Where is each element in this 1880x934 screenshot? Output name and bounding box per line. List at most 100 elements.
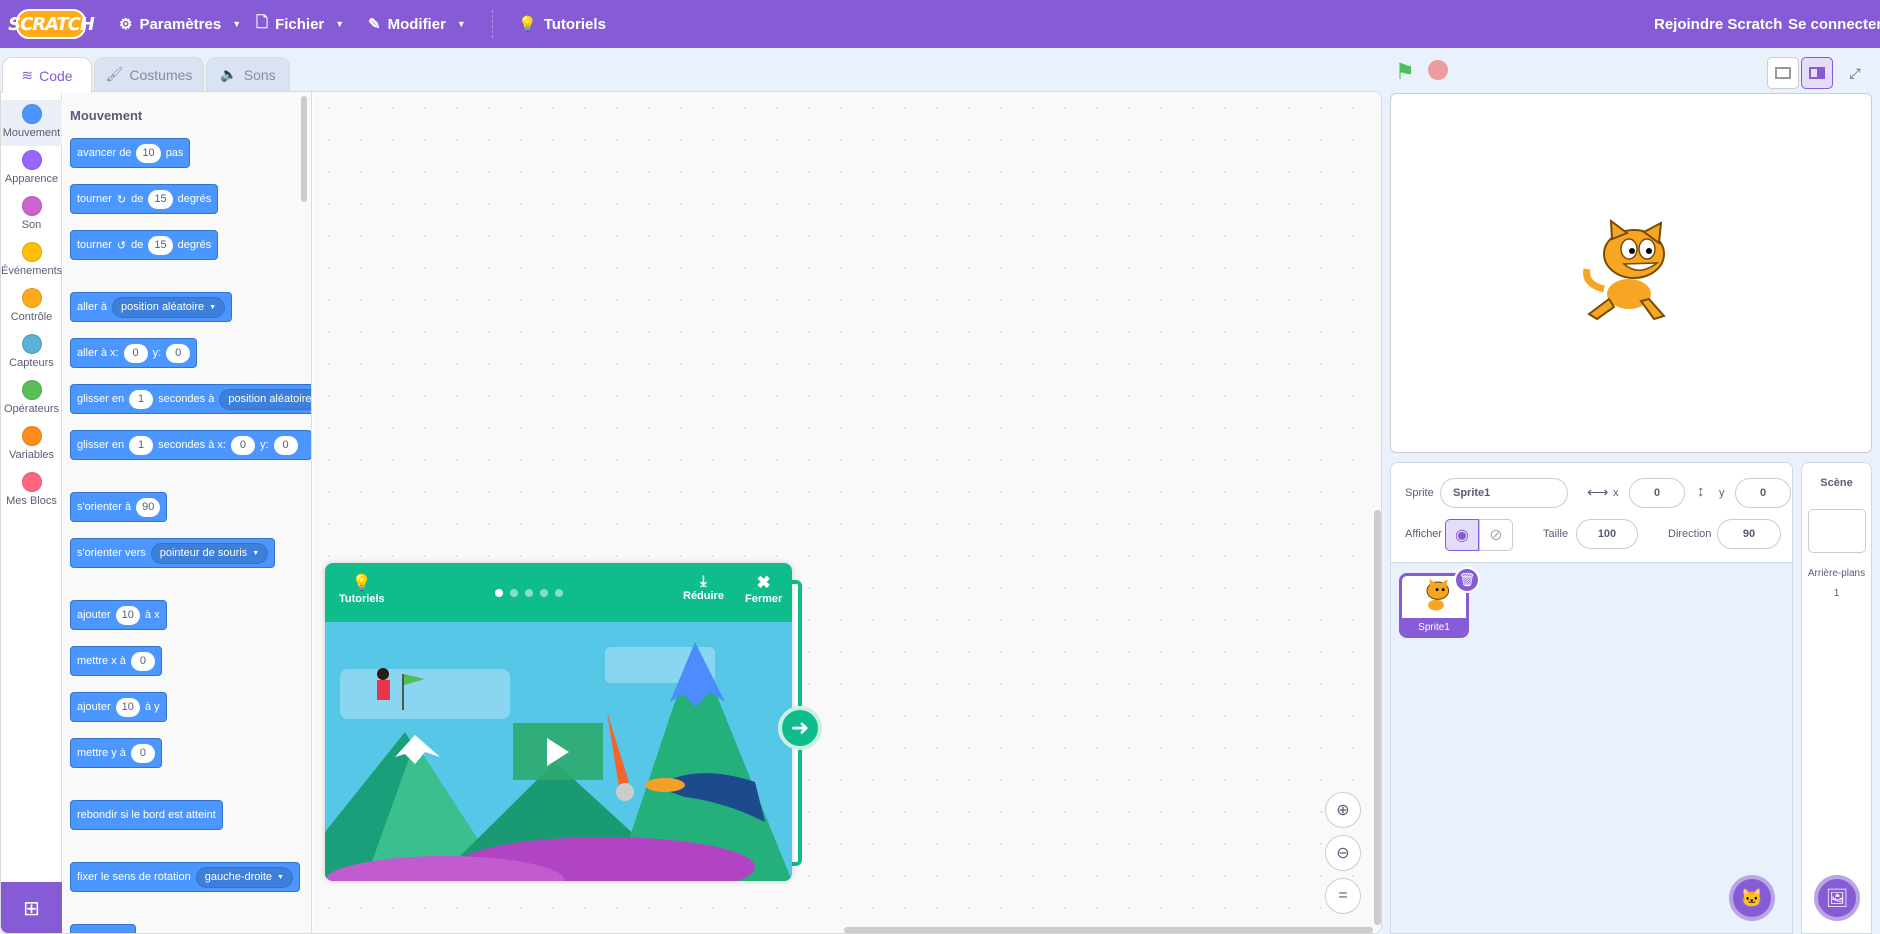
category-7[interactable]: Opérateurs bbox=[1, 376, 62, 422]
tab-costumes[interactable]: 🖌 Costumes bbox=[94, 57, 204, 91]
category-dot-icon bbox=[21, 380, 42, 400]
zoom-reset-button[interactable]: = bbox=[1325, 878, 1361, 914]
block-goto-xy[interactable]: aller à x: 0 y: 0 bbox=[70, 338, 198, 368]
palette-scrollbar[interactable] bbox=[301, 96, 307, 202]
x-field[interactable]: 0 bbox=[1629, 478, 1685, 508]
cat-sprite[interactable] bbox=[1579, 219, 1679, 324]
next-step-button[interactable]: ➜ bbox=[778, 706, 822, 750]
show-button[interactable]: ◉ bbox=[1445, 519, 1479, 551]
direction-field[interactable]: 90 bbox=[1717, 519, 1781, 549]
category-8[interactable]: Variables bbox=[1, 422, 62, 468]
block-set-y[interactable]: mettre y à0 bbox=[70, 738, 162, 768]
category-6[interactable]: Capteurs bbox=[1, 330, 62, 376]
vertical-scrollbar[interactable] bbox=[1374, 510, 1381, 925]
tutorials-label: Tutoriels bbox=[543, 15, 606, 33]
chevron-down-icon: ▼ bbox=[456, 19, 466, 29]
block-set-x[interactable]: mettre x à0 bbox=[70, 646, 162, 676]
goto-dropdown[interactable]: position aléatoire ▼ bbox=[111, 296, 226, 318]
block-change-y[interactable]: ajouter 10 à y bbox=[70, 692, 167, 722]
category-2[interactable]: Apparence bbox=[1, 146, 62, 192]
category-3[interactable]: Son bbox=[1, 192, 62, 238]
category-menu: Mouvement Apparence Son Événements Contrôle C… bbox=[1, 92, 62, 933]
join-scratch-link[interactable]: Rejoindre Scratch bbox=[1654, 0, 1782, 48]
tutorial-video-thumbnail[interactable] bbox=[325, 622, 792, 881]
block-glide-xy[interactable]: glisser en 1 secondes à x: 0 y: 0 bbox=[70, 430, 311, 460]
lightbulb-icon: 💡 bbox=[351, 575, 372, 592]
choose-backdrop-button[interactable]: 🖼 bbox=[1814, 875, 1860, 921]
x-input[interactable]: 0 bbox=[123, 343, 148, 363]
secs-input[interactable]: 1 bbox=[129, 435, 154, 455]
delete-sprite-button[interactable]: 🗑 bbox=[1454, 567, 1480, 593]
add-extension-button[interactable]: ⊞ bbox=[1, 882, 62, 933]
zoom-in-button[interactable]: ⊕ bbox=[1325, 792, 1361, 828]
category-9[interactable]: Mes Blocs bbox=[1, 468, 62, 514]
close-icon: ✖ bbox=[756, 573, 771, 592]
dy-input[interactable]: 10 bbox=[115, 697, 140, 717]
x-input[interactable]: 0 bbox=[230, 435, 255, 455]
block-move-steps[interactable]: avancer de 10 pas bbox=[70, 138, 191, 168]
backdrop-thumbnail[interactable] bbox=[1808, 509, 1866, 553]
block-point-towards[interactable]: s'orienter vers pointeur de souris ▼ bbox=[70, 538, 276, 568]
normal-stage-button[interactable] bbox=[1801, 57, 1833, 89]
block-turn-right[interactable]: tourner ↻ de 15 degrés bbox=[70, 184, 219, 214]
stop-button[interactable] bbox=[1428, 60, 1448, 80]
sprite-info: Sprite Sprite1 ⟷ x 0 ↕ y 0 Afficher ◉ ⊘ … bbox=[1391, 463, 1792, 563]
sprite-name-field[interactable]: Sprite1 bbox=[1440, 478, 1568, 508]
block-turn-left[interactable]: tourner ↺ de 15 degrés bbox=[70, 230, 219, 260]
dx-input[interactable]: 10 bbox=[115, 605, 140, 625]
block-glide-to[interactable]: glisser en 1 secondes à position aléatoire bbox=[70, 384, 311, 414]
y-input[interactable]: 0 bbox=[166, 343, 191, 363]
scratch-logo[interactable]: SCRATCH bbox=[8, 9, 95, 39]
zoom-out-button[interactable]: ⊖ bbox=[1325, 835, 1361, 871]
step-dot[interactable] bbox=[540, 589, 548, 597]
step-dot[interactable] bbox=[525, 589, 533, 597]
steps-input[interactable]: 10 bbox=[136, 143, 161, 163]
degrees-input[interactable]: 15 bbox=[148, 235, 173, 255]
tutorials-button[interactable]: 💡 Tutoriels bbox=[339, 573, 385, 605]
stage[interactable] bbox=[1390, 93, 1872, 453]
category-label: Mouvement bbox=[2, 127, 61, 139]
hide-button[interactable]: ⊘ bbox=[1479, 519, 1513, 551]
edit-menu[interactable]: ✎ Modifier ▼ bbox=[368, 0, 466, 48]
rotation-style-dropdown[interactable]: gauche-droite ▼ bbox=[195, 866, 293, 888]
tutorials-menu[interactable]: 💡 Tutoriels bbox=[518, 0, 606, 48]
glide-dropdown[interactable]: position aléatoire bbox=[219, 388, 311, 410]
horizontal-scrollbar[interactable] bbox=[844, 927, 1373, 933]
file-menu[interactable]: 🗋 Fichier ▼ bbox=[256, 0, 344, 48]
green-flag-button[interactable]: ⚑ bbox=[1395, 59, 1415, 85]
block-change-x[interactable]: ajouter 10 à x bbox=[70, 600, 167, 630]
settings-menu[interactable]: ⚙ Paramètres ▼ bbox=[119, 0, 241, 48]
fullscreen-button[interactable]: ⤢ bbox=[1839, 57, 1871, 89]
block-goto[interactable]: aller à position aléatoire ▼ bbox=[70, 292, 233, 322]
secs-input[interactable]: 1 bbox=[129, 389, 154, 409]
choose-sprite-button[interactable]: 🐱 bbox=[1729, 875, 1775, 921]
block-partial[interactable] bbox=[70, 924, 136, 933]
block-bounce[interactable]: rebondir si le bord est atteint bbox=[70, 800, 223, 830]
category-4[interactable]: Événements bbox=[1, 238, 62, 284]
small-stage-button[interactable] bbox=[1767, 57, 1799, 89]
category-label: Son bbox=[21, 219, 42, 231]
category-1[interactable]: Mouvement bbox=[1, 100, 62, 146]
category-5[interactable]: Contrôle bbox=[1, 284, 62, 330]
size-field[interactable]: 100 bbox=[1576, 519, 1638, 549]
tab-code[interactable]: ≋ Code bbox=[2, 57, 92, 93]
shrink-button[interactable]: ⤓ Réduire bbox=[683, 573, 724, 602]
y-field[interactable]: 0 bbox=[1735, 478, 1791, 508]
block-point-direction[interactable]: s'orienter à 90 bbox=[70, 492, 168, 522]
sign-in-link[interactable]: Se connecter bbox=[1788, 0, 1880, 48]
towards-dropdown[interactable]: pointeur de souris ▼ bbox=[150, 542, 269, 564]
category-label: Apparence bbox=[4, 173, 59, 185]
y-input[interactable]: 0 bbox=[273, 435, 298, 455]
shrink-icon: ⤓ bbox=[700, 573, 707, 590]
tab-sounds[interactable]: 🔈 Sons bbox=[206, 57, 290, 91]
direction-input[interactable]: 90 bbox=[136, 497, 161, 517]
block-rotation-style[interactable]: fixer le sens de rotation gauche-droite ▼ bbox=[70, 862, 300, 892]
step-dot[interactable] bbox=[555, 589, 563, 597]
step-dot[interactable] bbox=[510, 589, 518, 597]
y-input[interactable]: 0 bbox=[130, 743, 155, 763]
degrees-input[interactable]: 15 bbox=[148, 189, 173, 209]
x-arrows-icon: ⟷ bbox=[1587, 484, 1609, 501]
x-input[interactable]: 0 bbox=[130, 651, 155, 671]
close-button[interactable]: ✖ Fermer bbox=[745, 573, 782, 605]
step-dot[interactable] bbox=[495, 589, 503, 597]
